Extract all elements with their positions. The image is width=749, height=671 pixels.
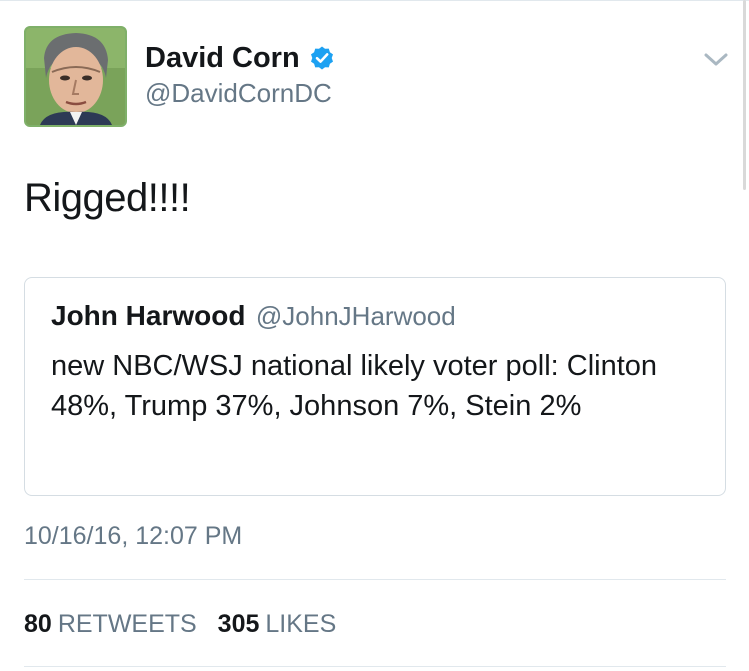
- chevron-down-icon[interactable]: [703, 50, 729, 70]
- tweet-timestamp[interactable]: 10/16/16, 12:07 PM: [24, 520, 242, 552]
- quoted-tweet-text: new NBC/WSJ national likely voter poll: …: [51, 350, 658, 422]
- avatar-portrait-icon: [26, 28, 125, 125]
- tweet-text: Rigged!!!!: [24, 176, 191, 220]
- retweets-label: RETWEETS: [57, 610, 197, 638]
- divider: [24, 579, 726, 580]
- likes-label: LIKES: [265, 610, 337, 638]
- scrollbar[interactable]: [743, 0, 746, 190]
- likes-count: 305: [217, 610, 260, 638]
- quoted-author-handle: @JohnJHarwood: [255, 301, 456, 331]
- quoted-tweet-header: John Harwood @JohnJHarwood: [51, 298, 456, 339]
- author-name[interactable]: David Corn: [145, 40, 300, 76]
- retweets-stat[interactable]: 80 RETWEETS: [24, 610, 204, 638]
- likes-stat[interactable]: 305 LIKES: [218, 610, 337, 638]
- author-avatar[interactable]: [24, 26, 127, 127]
- author-handle[interactable]: @DavidCornDC: [145, 77, 332, 109]
- verified-badge-icon: [311, 46, 333, 70]
- quoted-tweet-card[interactable]: John Harwood @JohnJHarwood new NBC/WSJ n…: [24, 277, 726, 496]
- divider-bottom: [24, 666, 726, 667]
- top-divider: [0, 0, 749, 1]
- tweet-stats: 80 RETWEETS 305 LIKES: [24, 608, 336, 640]
- retweets-count: 80: [24, 610, 52, 638]
- quoted-author-name: John Harwood: [51, 300, 246, 331]
